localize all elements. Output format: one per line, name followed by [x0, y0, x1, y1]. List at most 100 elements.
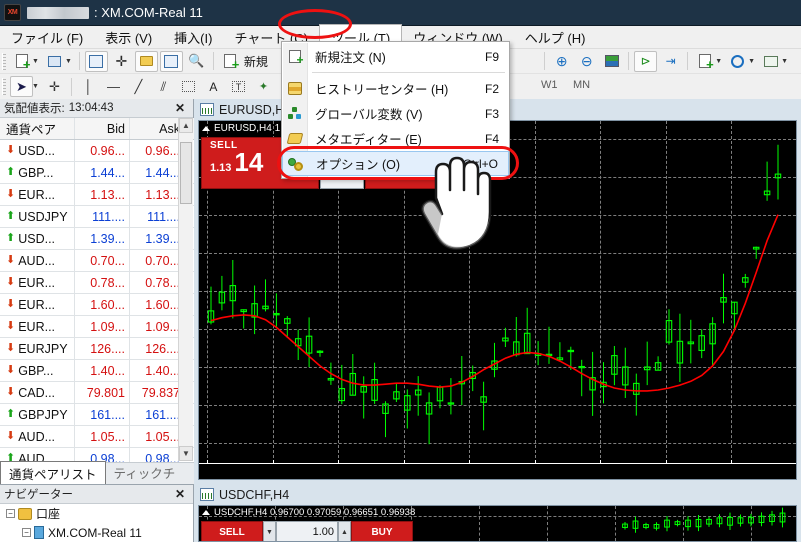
chart-expand-icon[interactable] [202, 510, 210, 515]
fibonacci-icon[interactable] [177, 76, 200, 97]
table-row[interactable]: ⬆ USDJPY 111.... 111.... [0, 206, 194, 228]
chart-caption-usdchf[interactable]: USDCHF,H4 [194, 484, 801, 505]
menu-item-view[interactable]: 表示 (V) [94, 26, 163, 49]
close-icon[interactable]: ✕ [175, 487, 189, 501]
indicators-icon[interactable]: + [693, 51, 716, 72]
market-watch-table: 通貨ペア Bid Ask ⬇ USD... 0.96... 0.96... ⬆ GBP..… [0, 118, 194, 492]
navigator-icon[interactable] [134, 50, 158, 72]
cursor-dropdown-icon[interactable]: ▼ [32, 83, 39, 90]
new-chart-icon[interactable]: + [10, 51, 33, 72]
tab-tick-chart[interactable]: ティックチ [106, 461, 184, 484]
table-row[interactable]: ⬇ GBP... 1.40... 1.40... [0, 360, 194, 382]
table-row[interactable]: ⬆ GBP... 1.44... 1.44... [0, 162, 194, 184]
scrollbar-thumb[interactable] [180, 142, 192, 204]
app-logo-icon: XM [4, 4, 21, 21]
text-icon[interactable]: A [202, 76, 225, 97]
table-row[interactable]: ⬇ AUD... 1.05... 1.05... [0, 426, 194, 448]
periods-dropdown-icon[interactable]: ▼ [748, 58, 755, 65]
expand-collapse-icon[interactable]: − [22, 528, 31, 537]
menu-option-history-center[interactable]: ヒストリーセンター (H) F2 [282, 76, 509, 101]
market-watch-scrollbar[interactable]: ▲ ▼ [178, 118, 193, 461]
table-row[interactable]: ⬇ EUR... 1.60... 1.60... [0, 294, 194, 316]
table-row[interactable]: ⬇ USD... 0.96... 0.96... [0, 140, 194, 162]
bid-value: 1.60... [90, 297, 125, 312]
new-chart-dropdown-icon[interactable]: ▼ [32, 58, 39, 65]
redacted-account-name [27, 6, 89, 19]
usdchf-chart[interactable]: USDCHF,H4 0.96700 0.97059 0.96651 0.9693… [198, 505, 797, 542]
column-header-bid[interactable]: Bid [75, 122, 129, 136]
lot-increase-icon[interactable]: ▲ [338, 521, 351, 541]
table-row[interactable]: ⬆ GBPJPY 161.... 161.... [0, 404, 194, 426]
zoom-out-icon[interactable]: ⊖ [575, 51, 598, 72]
crosshair-tool-icon[interactable]: ✛ [43, 76, 66, 97]
lot-size-input[interactable]: 1.00 [276, 521, 338, 541]
menu-option-global-variables[interactable]: グローバル変数 (V) F3 [282, 101, 509, 126]
direction-arrow-icon: ⬇ [6, 254, 16, 266]
profiles-dropdown-icon[interactable]: ▼ [65, 58, 72, 65]
table-row[interactable]: ⬇ AUD... 0.70... 0.70... [0, 250, 194, 272]
templates-dropdown-icon[interactable]: ▼ [781, 58, 788, 65]
tile-windows-icon[interactable] [600, 51, 623, 72]
shapes-icon[interactable]: ✦ [252, 76, 275, 97]
ask-value: 0.70... [145, 253, 180, 268]
scroll-up-icon[interactable]: ▲ [179, 118, 193, 133]
menu-item-file[interactable]: ファイル (F) [0, 26, 94, 49]
menu-item-insert[interactable]: 挿入(I) [163, 26, 223, 49]
indicators-dropdown-icon[interactable]: ▼ [715, 58, 722, 65]
table-row[interactable]: ⬇ CAD... 79.801 79.837 [0, 382, 194, 404]
navigator-node-accounts[interactable]: − 口座 [0, 504, 193, 523]
navigator-node-server[interactable]: − XM.COM-Real 11 [0, 523, 193, 542]
new-order-toolbar-icon[interactable]: + [219, 51, 242, 72]
templates-icon[interactable] [759, 51, 782, 72]
column-header-symbol[interactable]: 通貨ペア [0, 119, 74, 138]
column-header-ask[interactable]: Ask [130, 122, 184, 136]
bid-value: 1.40... [90, 363, 125, 378]
close-icon[interactable]: ✕ [175, 101, 189, 115]
periods-icon[interactable] [726, 51, 749, 72]
menu-option-new-order[interactable]: 新規注文 (N) F9 [282, 44, 509, 69]
scroll-down-icon[interactable]: ▼ [179, 446, 193, 461]
menu-item-help[interactable]: ヘルプ (H) [514, 26, 597, 49]
lot-decrease-icon[interactable]: ▼ [263, 521, 276, 541]
menu-option-metaeditor[interactable]: メタエディター (E) F4 [282, 126, 509, 151]
ask-value: 0.78... [145, 275, 180, 290]
symbol-label: GBP... [18, 363, 54, 378]
tab-symbols[interactable]: 通貨ペアリスト [0, 461, 106, 485]
history-center-icon [282, 82, 307, 95]
horizontal-line-icon[interactable]: — [102, 76, 125, 97]
buy-button[interactable]: BUY [351, 521, 413, 541]
trendline-icon[interactable]: ╱ [127, 76, 150, 97]
table-row[interactable]: ⬇ EUR... 1.13... 1.13... [0, 184, 194, 206]
direction-arrow-icon: ⬇ [6, 144, 16, 156]
candlestick-series [622, 507, 786, 533]
chart-shift-icon[interactable]: ⇥ [659, 51, 682, 72]
market-watch-icon[interactable] [84, 50, 108, 72]
sell-button[interactable]: SELL [201, 521, 263, 541]
table-row[interactable]: ⬆ USD... 1.39... 1.39... [0, 228, 194, 250]
table-row[interactable]: ⬇ EURJPY 126.... 126.... [0, 338, 194, 360]
menu-separator [312, 72, 505, 73]
bid-value: 1.13... [90, 187, 125, 202]
vertical-line-icon[interactable]: │ [77, 76, 100, 97]
toolbar-grip[interactable] [2, 52, 6, 70]
profiles-icon[interactable] [43, 51, 66, 72]
equidistant-channel-icon[interactable]: ⫽ [152, 76, 175, 97]
navigator-title: ナビゲーター [4, 489, 73, 501]
new-order-toolbar-label[interactable]: 新規 [244, 53, 268, 70]
crosshair-icon[interactable]: ✛ [110, 51, 133, 72]
strategy-tester-icon[interactable]: 🔍 [185, 51, 208, 72]
cursor-icon[interactable]: ➤ [10, 76, 33, 97]
sell-price-small: 1.13 [210, 162, 232, 174]
zoom-in-icon[interactable]: ⊕ [550, 51, 573, 72]
chart-header-label: USDCHF,H4 0.96700 0.97059 0.96651 0.9693… [214, 507, 416, 518]
bid-value: 1.44... [90, 165, 125, 180]
axis-tick [600, 460, 601, 464]
table-row[interactable]: ⬇ EUR... 0.78... 0.78... [0, 272, 194, 294]
toolbar-grip[interactable] [2, 78, 6, 95]
data-window-icon[interactable] [159, 50, 183, 72]
chart-expand-icon[interactable] [202, 125, 210, 131]
expand-collapse-icon[interactable]: − [6, 509, 15, 518]
table-row[interactable]: ⬇ EUR... 1.09... 1.09... [0, 316, 194, 338]
text-label-icon[interactable]: T [227, 76, 250, 97]
autoscroll-icon[interactable]: ⊳ [634, 50, 658, 72]
